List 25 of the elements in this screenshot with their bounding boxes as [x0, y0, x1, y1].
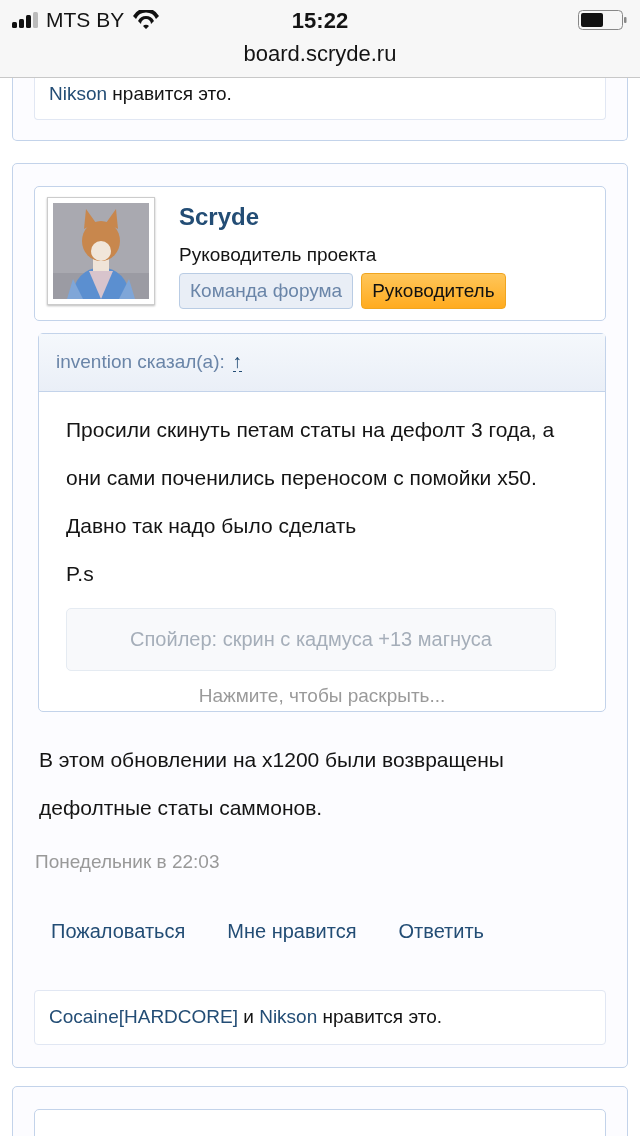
- expand-hint: Нажмите, чтобы раскрыть...: [197, 683, 447, 708]
- quote-author: invention сказал(а):: [56, 349, 225, 374]
- likes-text: Nikson нравится это.: [34, 78, 606, 120]
- user-banner: Команда форума: [179, 273, 354, 309]
- action-link[interactable]: Ответить: [398, 916, 485, 946]
- battery-icon: [578, 10, 628, 30]
- user-link[interactable]: Nikson: [49, 83, 108, 104]
- signal-icon: [12, 12, 38, 28]
- message-text: В этом обновлении на x1200 были возвращены дефолтные статы саммонов.: [38, 746, 505, 821]
- user-link[interactable]: Nikson: [259, 1006, 318, 1027]
- user-link[interactable]: Cocaine[HARDCORE]: [49, 1006, 238, 1027]
- clock: 15:22: [291, 6, 349, 35]
- action-link[interactable]: Мне нравится: [227, 916, 357, 946]
- jump-to-quote-link[interactable]: ↑: [232, 352, 243, 372]
- username-link[interactable]: Scryde: [179, 198, 506, 235]
- quote-text: Просили скинуть петам статы на дефолт 3 года, а они сами поченились переносом с помойки x50. Давно так надо было сделать: [66, 416, 555, 539]
- post-date: Понедельник в 22:03: [34, 849, 221, 874]
- action-link[interactable]: Пожаловаться: [51, 916, 186, 946]
- wifi-icon: [132, 10, 161, 30]
- user-title: Руководитель проекта: [179, 242, 378, 267]
- quote-text: P.s: [66, 560, 95, 587]
- carrier-name: MTS BY: [46, 7, 125, 34]
- likes-text: Cocaine[HARDCORE] и Nikson нравится это.: [34, 990, 606, 1045]
- address-bar-url[interactable]: board.scryde.ru: [0, 40, 640, 68]
- user-banner: Руководитель: [361, 273, 506, 309]
